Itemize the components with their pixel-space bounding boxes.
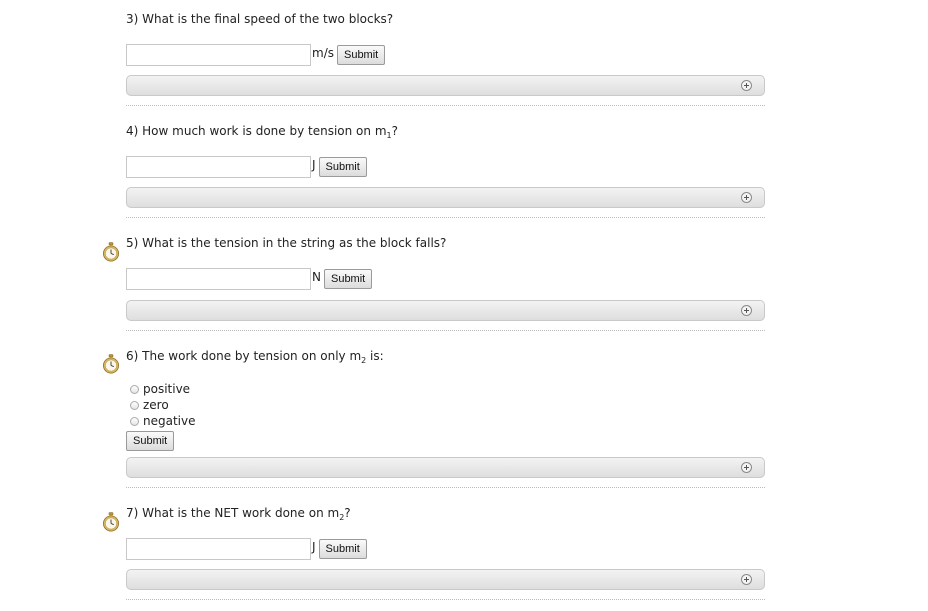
question-6-hint-bar[interactable]	[126, 457, 765, 478]
question-3-submit-button[interactable]: Submit	[336, 45, 386, 65]
question-4-hint-bar[interactable]	[126, 187, 765, 208]
option-negative[interactable]: negative	[130, 413, 195, 429]
question-3-hint-bar[interactable]	[126, 75, 765, 96]
question-7-unit: J	[312, 540, 316, 554]
stopwatch-icon	[103, 354, 119, 374]
question-3-answer-row: m/s Submit	[126, 44, 386, 66]
question-6-submit-button[interactable]: Submit	[126, 431, 175, 451]
problem-set-page: 3) What is the final speed of the two bl…	[0, 0, 928, 611]
question-6-options: positive zero negative	[130, 381, 195, 429]
question-7-answer-input[interactable]	[126, 538, 311, 560]
question-3-unit: m/s	[312, 46, 334, 60]
question-7-hint-bar[interactable]	[126, 569, 765, 590]
question-3-answer-input[interactable]	[126, 44, 311, 66]
plus-circle-icon[interactable]	[741, 462, 752, 473]
stopwatch-icon	[103, 512, 119, 532]
question-7-answer-row: J Submit	[126, 538, 367, 560]
question-3: 3) What is the final speed of the two bl…	[126, 12, 765, 106]
radio-button[interactable]	[130, 400, 139, 410]
question-5-unit: N	[312, 270, 321, 284]
question-7: 7) What is the NET work done on m2? J Su…	[126, 506, 765, 600]
question-3-text: 3) What is the final speed of the two bl…	[126, 12, 394, 26]
question-5-answer-row: N Submit	[126, 268, 373, 290]
stopwatch-icon	[103, 242, 119, 262]
question-divider	[126, 105, 765, 106]
option-label: positive	[143, 382, 191, 396]
radio-button[interactable]	[130, 384, 139, 394]
question-6: 6) The work done by tension on only m2 i…	[126, 349, 765, 488]
question-5-hint-bar[interactable]	[126, 300, 765, 321]
question-4: 4) How much work is done by tension on m…	[126, 124, 765, 218]
plus-circle-icon[interactable]	[741, 305, 752, 316]
question-5-text: 5) What is the tension in the string as …	[126, 236, 447, 250]
question-4-answer-input[interactable]	[126, 156, 311, 178]
question-4-answer-row: J Submit	[126, 156, 367, 178]
question-divider	[126, 599, 765, 600]
question-4-text: 4) How much work is done by tension on m…	[126, 124, 398, 140]
question-6-text: 6) The work done by tension on only m2 i…	[126, 349, 384, 365]
question-5-answer-input[interactable]	[126, 268, 311, 290]
question-5-submit-button[interactable]: Submit	[323, 269, 373, 289]
question-divider	[126, 217, 765, 218]
option-zero[interactable]: zero	[130, 397, 195, 413]
question-divider	[126, 487, 765, 488]
option-label: zero	[143, 398, 169, 412]
question-4-unit: J	[312, 158, 316, 172]
plus-circle-icon[interactable]	[741, 80, 752, 91]
option-positive[interactable]: positive	[130, 381, 195, 397]
option-label: negative	[143, 414, 196, 428]
question-7-text: 7) What is the NET work done on m2?	[126, 506, 351, 522]
plus-circle-icon[interactable]	[741, 192, 752, 203]
question-7-submit-button[interactable]: Submit	[318, 539, 367, 559]
plus-circle-icon[interactable]	[741, 574, 752, 585]
question-5: 5) What is the tension in the string as …	[126, 236, 765, 331]
radio-button[interactable]	[130, 416, 139, 426]
question-4-submit-button[interactable]: Submit	[318, 157, 367, 177]
question-divider	[126, 330, 765, 331]
